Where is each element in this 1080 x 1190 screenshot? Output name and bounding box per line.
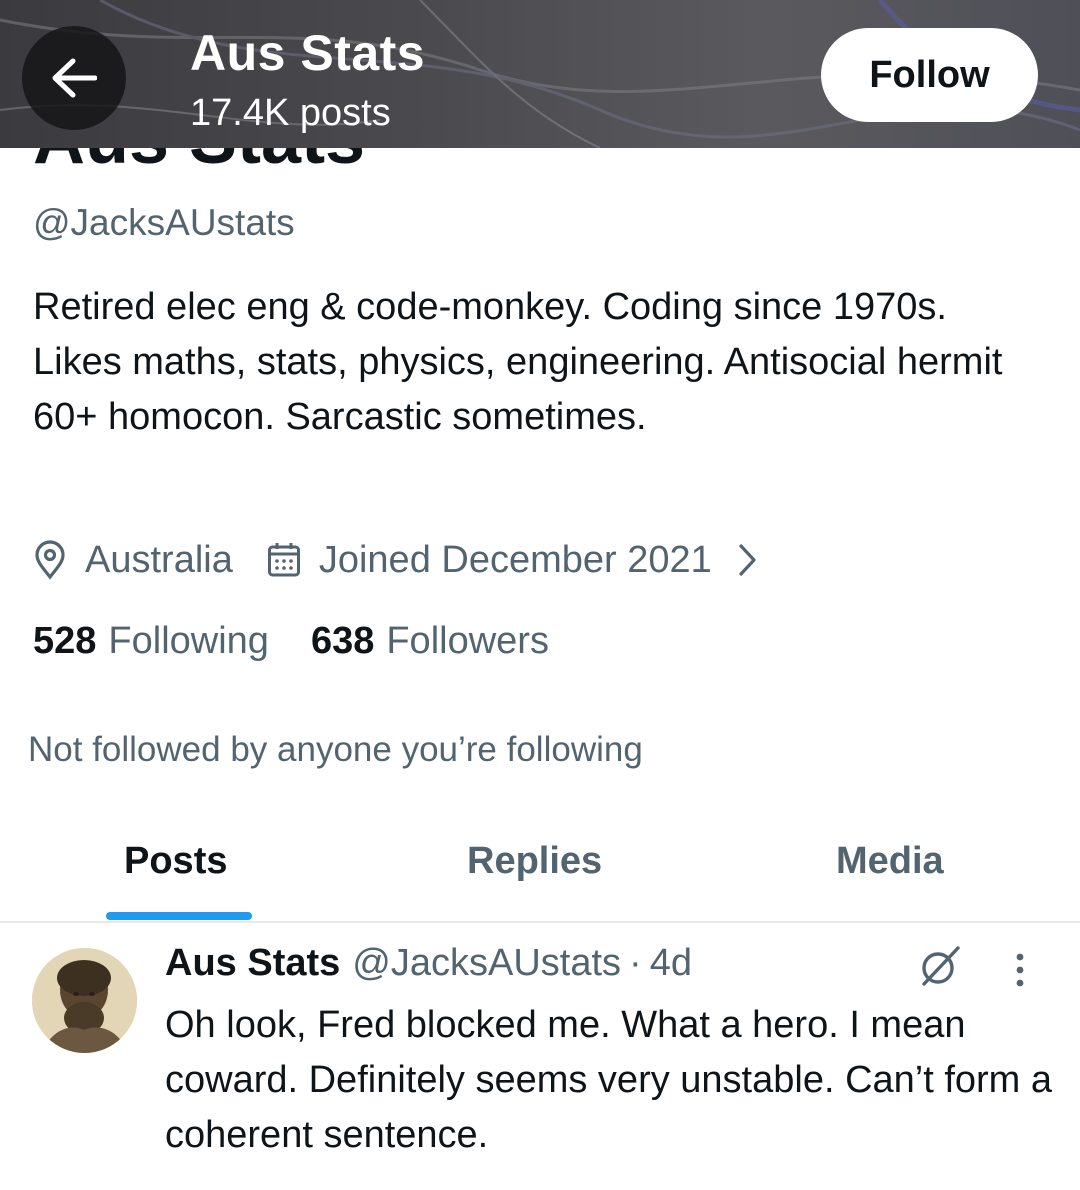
grok-icon[interactable] bbox=[918, 946, 962, 991]
chevron-right-icon[interactable] bbox=[738, 543, 758, 577]
active-tab-indicator bbox=[106, 912, 252, 920]
more-options-icon[interactable] bbox=[1014, 952, 1026, 993]
back-arrow-icon bbox=[52, 58, 97, 98]
header-posts-count: 17.4K posts bbox=[190, 92, 391, 134]
follow-stats: 528 Following 638 Followers bbox=[33, 620, 549, 663]
post-avatar[interactable] bbox=[32, 948, 137, 1053]
following-link[interactable]: 528 Following bbox=[33, 620, 269, 663]
profile-handle: @JacksAUstats bbox=[33, 202, 295, 243]
post-author-name[interactable]: Aus Stats bbox=[165, 942, 340, 985]
tab-posts[interactable]: Posts bbox=[124, 840, 227, 883]
post-text: Oh look, Fred blocked me. What a hero. I… bbox=[165, 1004, 1053, 1156]
post-author-handle[interactable]: @JacksAUstats bbox=[352, 942, 621, 985]
not-followed-notice: Not followed by anyone you’re following bbox=[28, 730, 643, 769]
profile-meta: Australia Joined December 2021 bbox=[33, 536, 758, 584]
tabs-divider bbox=[0, 921, 1080, 923]
following-count: 528 bbox=[33, 620, 97, 662]
followers-label: Followers bbox=[386, 620, 549, 662]
profile-screen: Aus Stats Aus Stats 17.4K posts Follow @… bbox=[0, 0, 1080, 1190]
calendar-icon bbox=[267, 542, 301, 578]
avatar-portrait-image bbox=[32, 948, 137, 1053]
followers-link[interactable]: 638 Followers bbox=[311, 620, 549, 663]
profile-joined-date[interactable]: Joined December 2021 bbox=[319, 539, 712, 582]
back-button[interactable] bbox=[22, 26, 126, 130]
post-separator: · bbox=[629, 942, 642, 984]
tab-media[interactable]: Media bbox=[836, 840, 944, 883]
tab-replies[interactable]: Replies bbox=[467, 840, 602, 883]
followers-count: 638 bbox=[310, 620, 375, 662]
profile-header: Aus Stats 17.4K posts Follow bbox=[0, 0, 1080, 148]
follow-button[interactable]: Follow bbox=[821, 28, 1038, 122]
post-header: Aus Stats @JacksAUstats · 4d bbox=[165, 942, 692, 985]
header-title: Aus Stats bbox=[190, 25, 426, 81]
location-pin-icon bbox=[33, 540, 67, 580]
profile-bio: Retired elec eng & code-monkey. Coding s… bbox=[33, 286, 1003, 438]
profile-location: Australia bbox=[85, 538, 233, 581]
post-timestamp[interactable]: 4d bbox=[650, 942, 692, 985]
following-label: Following bbox=[108, 620, 269, 662]
profile-tabs: Posts Replies Media bbox=[0, 820, 1080, 922]
